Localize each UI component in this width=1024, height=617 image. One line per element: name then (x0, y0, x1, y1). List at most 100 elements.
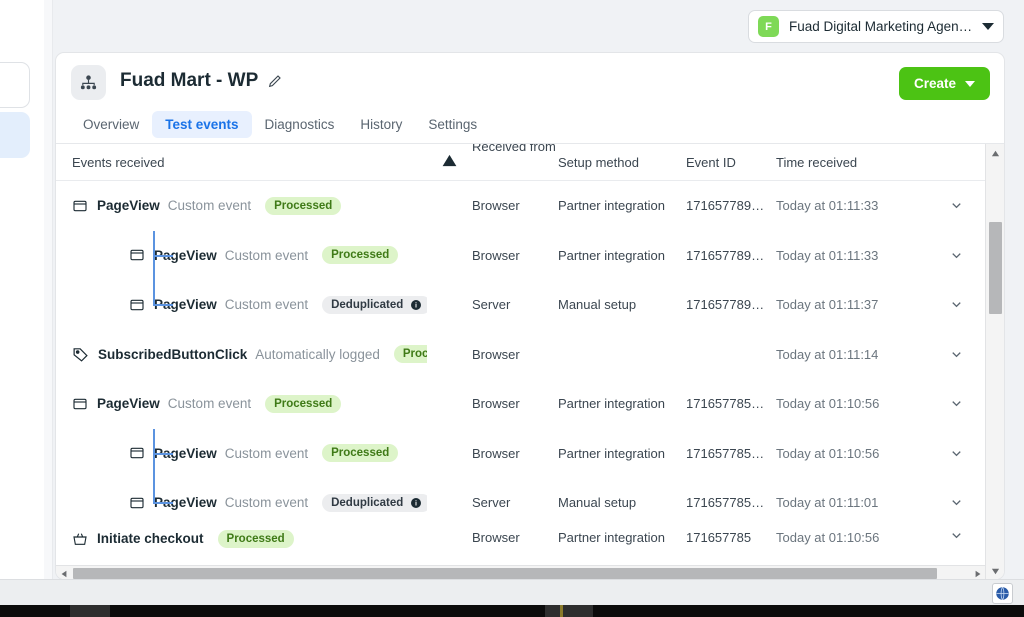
status-badge-label: Deduplicated (331, 298, 404, 311)
event-name: PageView (154, 445, 217, 461)
event-name: PageView (97, 198, 160, 214)
event-kind: Custom event (224, 297, 309, 313)
tab-overview[interactable]: Overview (70, 111, 152, 138)
setup-method-cell: Partner integration (558, 247, 665, 263)
card-header: Fuad Mart - WP Create (56, 53, 1004, 106)
create-button[interactable]: Create (898, 67, 990, 100)
status-badge: Processed (265, 394, 342, 413)
create-button-label: Create (913, 76, 956, 91)
pencil-icon[interactable] (267, 73, 283, 89)
status-badge-label: Deduplicated (331, 496, 404, 509)
browser-window-icon (129, 445, 145, 461)
received-from-cell: Browser (472, 346, 520, 362)
rail-item-1[interactable] (0, 62, 30, 108)
shopping-basket-icon (72, 531, 88, 547)
time-received-cell: Today at 01:11:33 (776, 247, 879, 263)
tab-diagnostics[interactable]: Diagnostics (252, 111, 348, 138)
info-circle-icon[interactable] (410, 497, 422, 509)
status-badge: Processed (322, 444, 399, 463)
received-from-cell: Browser (472, 445, 520, 461)
left-nav-rail (0, 0, 44, 598)
column-header-events-received: Events received (72, 155, 165, 170)
tab-test-events[interactable]: Test events (152, 111, 252, 138)
event-cell: PageView Custom event Processed (72, 444, 427, 463)
received-from-cell: Browser (472, 247, 520, 263)
status-badge: Processed (217, 529, 294, 548)
event-id-cell: 171657789… (686, 247, 765, 263)
time-received-cell: Today at 01:11:33 (776, 198, 879, 214)
chevron-down-icon[interactable] (926, 248, 986, 263)
time-received-cell: Today at 01:11:14 (776, 346, 879, 362)
browser-window-icon (72, 198, 88, 214)
table-row[interactable]: PageView Custom event Deduplicated Serve… (56, 478, 1004, 528)
status-badge: Processed (265, 196, 342, 215)
setup-method-cell: Partner integration (558, 396, 665, 412)
received-from-cell: Server (472, 495, 511, 511)
event-kind: Custom event (224, 445, 309, 461)
table-body: PageView Custom event Processed Browser … (56, 181, 1004, 579)
title-group: Fuad Mart - WP (120, 65, 283, 92)
table-row[interactable]: PageView Custom event Processed Browser … (56, 181, 1004, 231)
rail-item-2-selected[interactable] (0, 112, 30, 158)
table-row[interactable]: PageView Custom event Processed Browser … (56, 230, 1004, 280)
account-avatar: F (758, 16, 779, 37)
event-id-cell: 171657789… (686, 198, 765, 214)
scroll-right-arrow-icon[interactable] (970, 566, 985, 579)
scroll-down-arrow-icon[interactable] (986, 562, 1004, 579)
event-cell: PageView Custom event Deduplicated (72, 493, 427, 512)
event-name: PageView (154, 247, 217, 263)
info-circle-icon[interactable] (410, 299, 422, 311)
vertical-scrollbar[interactable] (985, 144, 1004, 579)
table-row[interactable]: Initiate checkout Processed Browser Part… (56, 528, 1004, 554)
scroll-up-arrow-icon[interactable] (986, 144, 1004, 162)
event-name: PageView (154, 495, 217, 511)
chevron-down-icon[interactable] (926, 446, 986, 461)
account-selector[interactable]: F Fuad Digital Marketing Agency (1… (748, 10, 1004, 43)
chevron-down-icon[interactable] (926, 396, 986, 411)
account-name: Fuad Digital Marketing Agency (1… (789, 19, 974, 34)
event-name: PageView (97, 396, 160, 412)
event-name: SubscribedButtonClick (98, 346, 248, 362)
dataset-node-icon (71, 65, 106, 100)
event-kind: Custom event (167, 396, 252, 412)
globe-icon[interactable] (992, 583, 1013, 604)
chevron-down-icon[interactable] (926, 347, 986, 362)
event-kind: Custom event (167, 198, 252, 214)
events-table: Events received Received from Setup meth… (56, 144, 1004, 579)
table-row[interactable]: PageView Custom event Deduplicated Serve… (56, 280, 1004, 330)
horizontal-scrollbar-thumb[interactable] (73, 568, 937, 579)
table-row[interactable]: PageView Custom event Processed Browser … (56, 428, 1004, 478)
status-badge: Processed (322, 246, 399, 265)
browser-window-icon (129, 495, 145, 511)
column-header-setup-method: Setup method (558, 155, 639, 170)
browser-window-icon (129, 297, 145, 313)
event-name: PageView (154, 297, 217, 313)
chevron-down-icon[interactable] (926, 528, 986, 543)
rail-divider (44, 0, 53, 598)
horizontal-scrollbar[interactable] (56, 565, 985, 579)
event-kind: Custom event (224, 495, 309, 511)
setup-method-cell: Partner integration (558, 445, 665, 461)
vertical-scrollbar-thumb[interactable] (989, 222, 1002, 314)
event-id-cell: 171657785 (686, 529, 752, 545)
chevron-down-icon[interactable] (926, 495, 986, 510)
column-header-expander (926, 144, 986, 155)
event-id-cell: 171657789… (686, 297, 765, 313)
main-card: Fuad Mart - WP Create Overview Test even… (55, 52, 1005, 580)
table-row[interactable]: PageView Custom event Processed Browser … (56, 379, 1004, 429)
scroll-left-arrow-icon[interactable] (56, 566, 71, 579)
chevron-down-icon[interactable] (926, 198, 986, 213)
chevron-down-icon[interactable] (982, 23, 994, 30)
setup-method-cell: Partner integration (558, 529, 665, 545)
table-row[interactable]: SubscribedButtonClick Automatically logg… (56, 330, 1004, 380)
time-received-cell: Today at 01:11:01 (776, 495, 879, 511)
tab-settings[interactable]: Settings (415, 111, 490, 138)
received-from-cell: Browser (472, 529, 520, 545)
tab-history[interactable]: History (347, 111, 415, 138)
chevron-down-icon[interactable] (926, 297, 986, 312)
tag-icon (72, 346, 89, 363)
setup-method-cell: Manual setup (558, 495, 637, 511)
event-kind: Custom event (224, 247, 309, 263)
event-id-cell: 171657785… (686, 495, 765, 511)
table-header-row: Events received Received from Setup meth… (56, 144, 1004, 181)
